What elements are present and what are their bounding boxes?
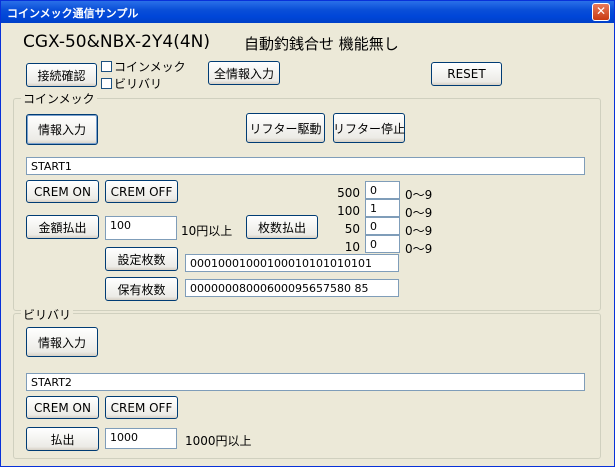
denom-100-input[interactable]: 1	[365, 199, 400, 217]
biribari-checkbox[interactable]: ビリバリ	[101, 75, 162, 92]
holding-count-button[interactable]: 保有枚数	[105, 277, 178, 301]
coinmec-info-input-button[interactable]: 情報入力	[26, 114, 98, 145]
denom-50-label: 50	[344, 222, 360, 236]
coinmec-checkbox[interactable]: コインメック	[101, 58, 186, 75]
title-bar[interactable]: コインメック通信サンプル ✕	[1, 1, 614, 23]
reset-button[interactable]: RESET	[431, 62, 502, 86]
all-info-input-button[interactable]: 全情報入力	[208, 61, 280, 85]
close-button[interactable]: ✕	[592, 3, 610, 21]
biribari-amount-note: 1000円以上	[185, 434, 252, 448]
feature-note: 自動釣銭合せ 機能無し	[244, 35, 399, 53]
biribari-info-input-button[interactable]: 情報入力	[26, 327, 98, 357]
biribari-crem-on-button[interactable]: CREM ON	[26, 396, 99, 419]
coinmec-amount-note: 10円以上	[181, 224, 233, 238]
biribari-payout-button[interactable]: 払出	[26, 427, 99, 451]
denom-500-label: 500	[337, 186, 360, 200]
amount-payout-button[interactable]: 金額払出	[26, 215, 99, 239]
denom-50-input[interactable]: 0	[365, 217, 400, 235]
biribari-amount-input[interactable]: 1000	[105, 428, 177, 449]
denom-10-input[interactable]: 0	[365, 235, 400, 253]
coinmec-status-field[interactable]: START1	[26, 157, 585, 175]
coinmec-crem-on-button[interactable]: CREM ON	[26, 180, 99, 203]
count-payout-button[interactable]: 枚数払出	[246, 215, 318, 239]
denom-500-input[interactable]: 0	[365, 181, 400, 199]
biribari-checkbox-label: ビリバリ	[114, 77, 163, 91]
biribari-group-title: ビリバリ	[21, 306, 74, 323]
lifter-drive-button[interactable]: リフター駆動	[246, 113, 325, 143]
denom-10-label: 10	[344, 240, 360, 254]
app-window: コインメック通信サンプル ✕ CGX-50&NBX-2Y4(4N) 自動釣銭合せ…	[0, 0, 615, 467]
denom-50-range: 0〜9	[405, 224, 433, 238]
coinmec-group-title: コインメック	[21, 90, 97, 107]
checkbox-box[interactable]	[101, 78, 112, 89]
coinmec-crem-off-button[interactable]: CREM OFF	[105, 180, 178, 203]
denom-500-range: 0〜9	[405, 188, 433, 202]
connect-check-button[interactable]: 接続確認	[26, 63, 97, 87]
model-label: CGX-50&NBX-2Y4(4N)	[23, 32, 210, 52]
coinmec-checkbox-label: コインメック	[114, 60, 186, 74]
checkbox-box[interactable]	[101, 61, 112, 72]
setting-count-button[interactable]: 設定枚数	[105, 247, 178, 271]
close-icon: ✕	[595, 4, 607, 18]
denom-100-label: 100	[337, 204, 360, 218]
lifter-stop-button[interactable]: リフター停止	[333, 113, 405, 143]
window-title: コインメック通信サンプル	[7, 7, 139, 20]
denom-10-range: 0〜9	[405, 242, 433, 256]
holding-count-field[interactable]: 00000008000600095657580 85	[185, 279, 399, 297]
biribari-crem-off-button[interactable]: CREM OFF	[105, 396, 178, 419]
denom-100-range: 0〜9	[405, 206, 433, 220]
coinmec-amount-input[interactable]: 100	[105, 216, 177, 240]
biribari-status-field[interactable]: START2	[26, 373, 585, 391]
setting-count-field[interactable]: 00010001000100010101010101	[185, 254, 399, 272]
